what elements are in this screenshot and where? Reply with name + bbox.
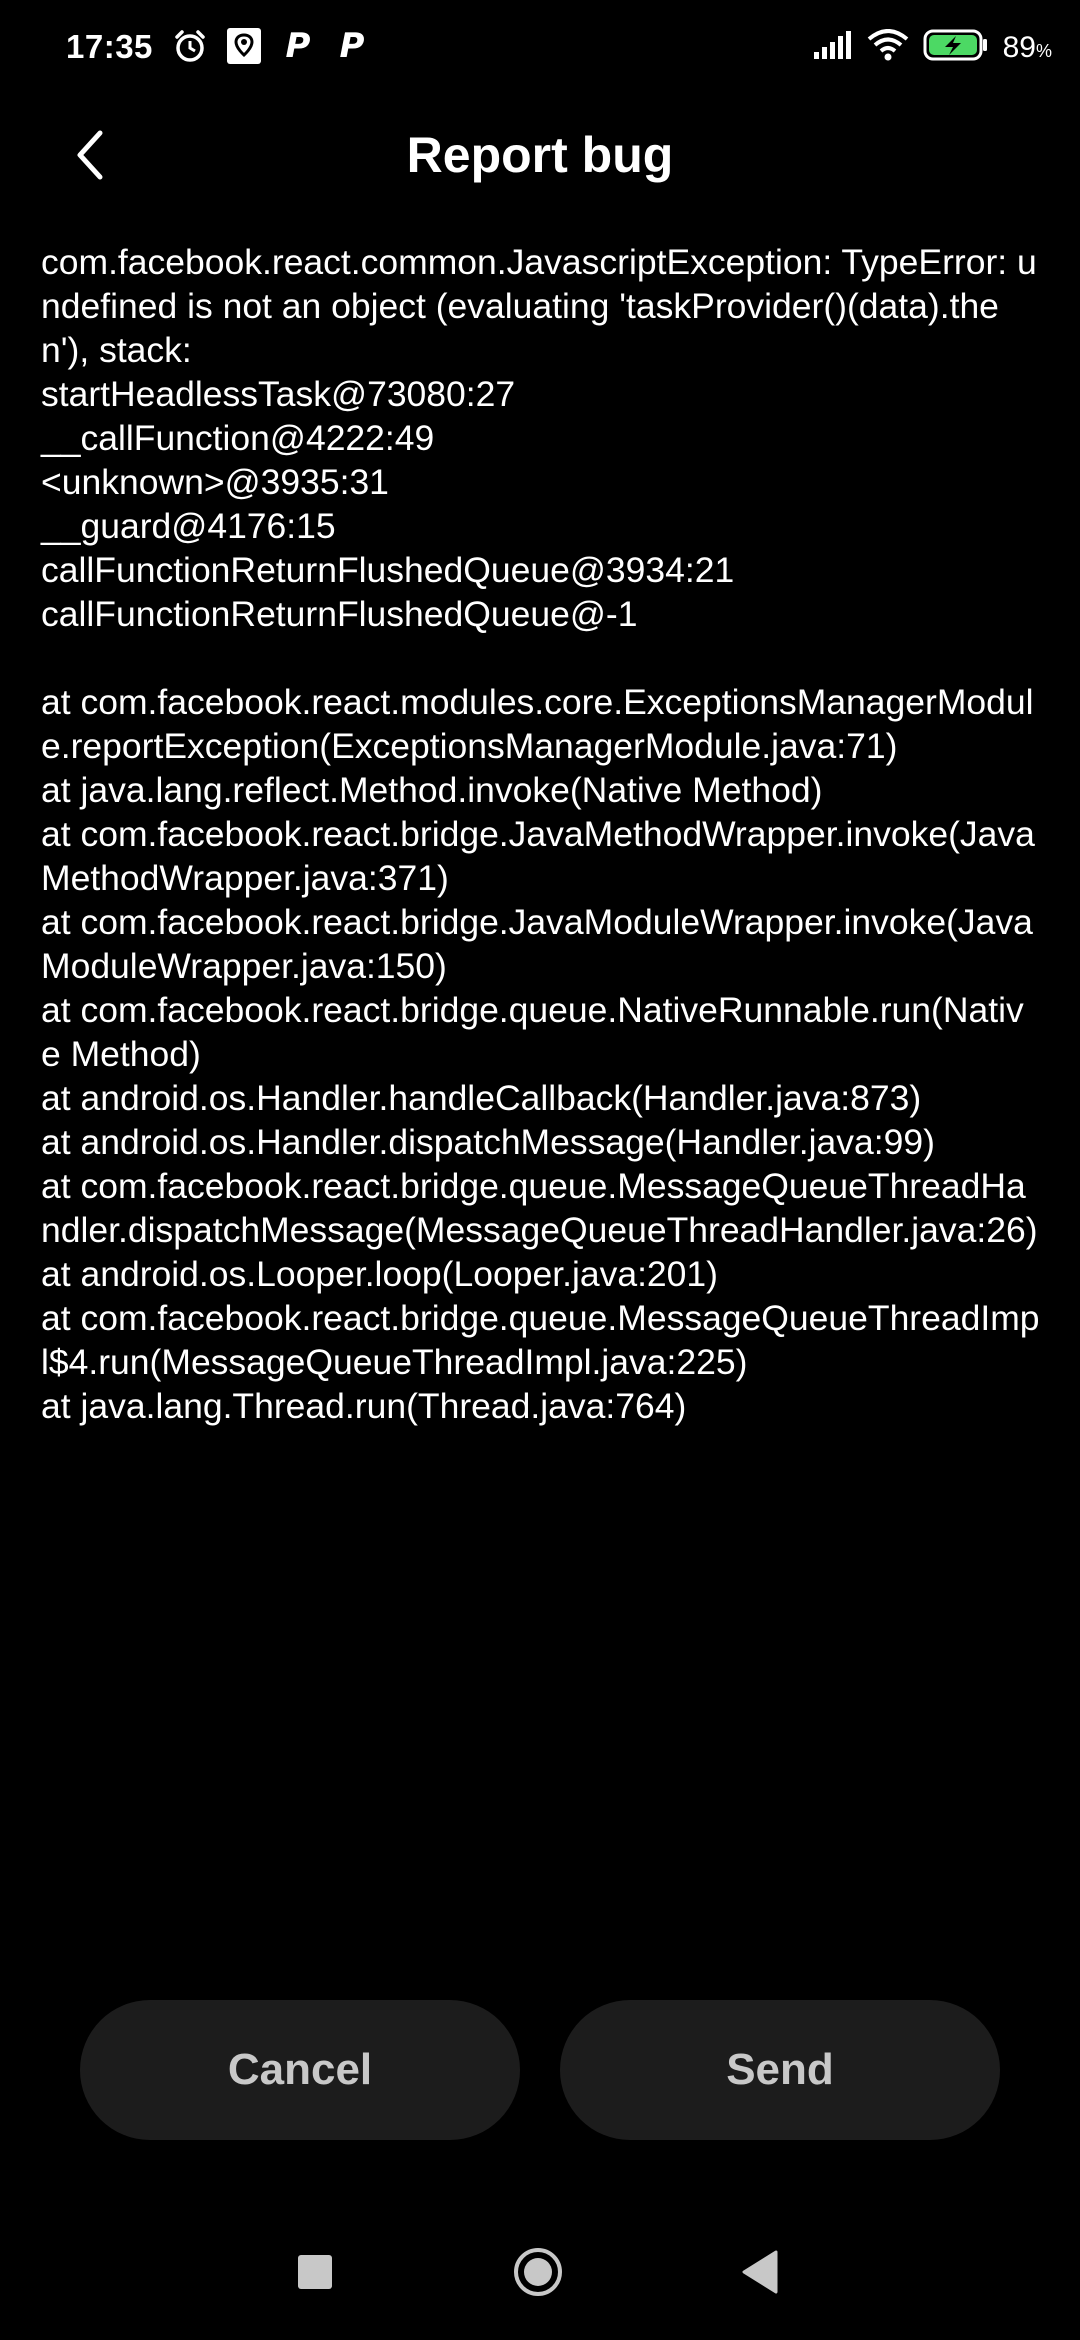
navigation-bar xyxy=(0,2230,1080,2320)
status-time: 17:35 xyxy=(66,28,153,65)
status-bar: 17:35 P P 89% xyxy=(0,0,1080,96)
bug-report-text: com.facebook.react.common.JavascriptExce… xyxy=(41,242,1040,1426)
p-icon: P xyxy=(285,26,311,66)
p-icon: P xyxy=(339,26,365,66)
back-triangle-icon[interactable] xyxy=(740,2248,780,2296)
header: Report bug xyxy=(0,110,1080,200)
send-button[interactable]: Send xyxy=(560,2000,1000,2140)
wifi-icon xyxy=(867,29,909,66)
home-circle-icon[interactable] xyxy=(512,2246,564,2298)
system-icons: 89% xyxy=(813,28,1052,67)
battery-charging-icon xyxy=(923,28,989,67)
alarm-icon xyxy=(170,26,210,66)
cancel-button[interactable]: Cancel xyxy=(80,2000,520,2140)
battery-percent: 89% xyxy=(1002,30,1052,64)
page-title: Report bug xyxy=(406,127,674,183)
maps-icon xyxy=(224,26,264,66)
recents-square-icon[interactable] xyxy=(298,2255,332,2289)
notification-icons: P P xyxy=(170,26,372,66)
signal-icon xyxy=(813,30,853,65)
